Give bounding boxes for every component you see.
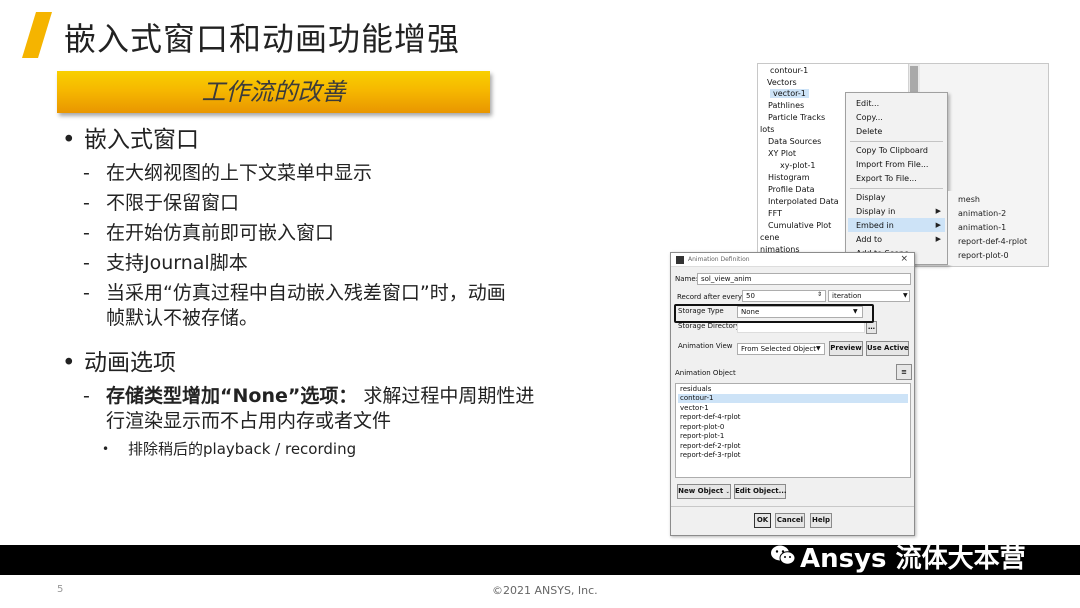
list-item-selected[interactable]: contour-1: [678, 394, 908, 403]
menu-item-copy-clipboard[interactable]: Copy To Clipboard: [856, 146, 928, 155]
animation-object-label: Animation Object: [675, 369, 736, 377]
page-number: 5: [57, 584, 64, 595]
storage-directory-label: Storage Directory: [678, 322, 740, 330]
tree-item[interactable]: Cumulative Plot: [768, 221, 831, 230]
chevron-down-icon: ▼: [903, 292, 908, 299]
tree-item[interactable]: Interpolated Data: [768, 197, 839, 206]
copyright: ©2021 ANSYS, Inc.: [492, 584, 598, 597]
tree-item[interactable]: Profile Data: [768, 185, 815, 194]
animation-view-label: Animation View: [678, 342, 733, 350]
record-label: Record after every: [677, 293, 742, 301]
list-item[interactable]: vector-1: [678, 404, 908, 413]
embed-submenu: mesh animation-2 animation-1 report-def-…: [948, 191, 1048, 265]
animation-object-list[interactable]: residuals contour-1 vector-1 report-def-…: [675, 383, 911, 478]
chevron-down-icon: ▼: [816, 345, 821, 352]
menu-item-import[interactable]: Import From File...: [856, 160, 928, 169]
banner-text: 工作流的改善: [201, 78, 346, 106]
chevron-right-icon: ▶: [935, 221, 941, 229]
sub-bullet: - 在大纲视图的上下文菜单中显示: [83, 162, 373, 184]
edit-object-button[interactable]: Edit Object...: [734, 484, 787, 499]
tree-item[interactable]: Pathlines: [768, 101, 804, 110]
use-active-button[interactable]: Use Active: [866, 341, 909, 356]
dialog-header: Animation Definition ×: [671, 253, 914, 267]
menu-item-display[interactable]: Display: [856, 193, 886, 202]
animation-view-select[interactable]: From Selected Object: [737, 343, 825, 355]
context-menu: Edit... Copy... Delete Copy To Clipboard…: [845, 92, 948, 265]
bullet-list: • 嵌入式窗口 - 在大纲视图的上下文菜单中显示 - 不限于保留窗口 - 在开始仿真前即…: [60, 122, 620, 460]
tree-item[interactable]: lots: [760, 125, 774, 134]
submenu-item[interactable]: mesh: [958, 195, 980, 204]
tree-item[interactable]: Data Sources: [768, 137, 821, 146]
spinner-icon[interactable]: ⇕: [817, 291, 822, 298]
title-accent-slash: [22, 12, 52, 58]
wechat-brand-text: Ansys 流体大本营: [800, 544, 1026, 574]
list-item[interactable]: report-plot-0: [678, 423, 908, 432]
sub-bullet: - 支持Journal脚本: [83, 252, 248, 274]
name-input[interactable]: sol_view_anim: [697, 273, 911, 285]
list-menu-icon[interactable]: ≡: [896, 364, 912, 380]
list-item[interactable]: report-def-3-rplot: [678, 451, 908, 460]
section-banner: 工作流的改善: [57, 71, 490, 113]
menu-item-copy[interactable]: Copy...: [856, 113, 883, 122]
menu-item-export[interactable]: Export To File...: [856, 174, 917, 183]
list-item[interactable]: report-def-2-rplot: [678, 442, 908, 451]
tree-item[interactable]: XY Plot: [768, 149, 796, 158]
record-input[interactable]: 50: [742, 290, 826, 302]
tree-item[interactable]: Histogram: [768, 173, 810, 182]
help-button[interactable]: Help: [810, 513, 832, 528]
ok-button[interactable]: OK: [754, 513, 771, 528]
cancel-button[interactable]: Cancel: [775, 513, 805, 528]
sub-bullet: - 不限于保留窗口: [83, 192, 240, 214]
dialog-title: Animation Definition: [688, 256, 750, 263]
preview-button[interactable]: Preview: [829, 341, 863, 356]
storage-type-highlight: [674, 304, 874, 323]
new-object-button[interactable]: New Object ⌄: [677, 484, 731, 499]
animation-definition-dialog: Animation Definition × Name: sol_view_an…: [670, 252, 915, 536]
tree-item[interactable]: xy-plot-1: [780, 161, 816, 170]
record-unit-select[interactable]: iteration: [828, 290, 910, 302]
chevron-right-icon: ▶: [935, 207, 941, 215]
bullet-embedded-windows: • 嵌入式窗口: [62, 127, 199, 153]
menu-item-edit[interactable]: Edit...: [856, 99, 879, 108]
sub-bullet: - 存储类型增加“None”选项： 求解过程中周期性进 行渲染显示而不占用内存或者文…: [83, 385, 535, 432]
submenu-item[interactable]: report-plot-0: [958, 251, 1009, 260]
menu-item-delete[interactable]: Delete: [856, 127, 882, 136]
list-item[interactable]: residuals: [678, 385, 908, 394]
wechat-icon: [771, 545, 796, 565]
sub-bullet: - 在开始仿真前即可嵌入窗口: [83, 222, 335, 244]
menu-item-display-in[interactable]: Display in: [856, 207, 895, 216]
tree-item[interactable]: Vectors: [767, 78, 797, 87]
list-item[interactable]: report-def-4-rplot: [678, 413, 908, 422]
tree-item[interactable]: cene: [760, 233, 779, 242]
submenu-item[interactable]: animation-2: [958, 209, 1006, 218]
sub-sub-bullet: • 排除稍后的playback / recording: [102, 440, 357, 458]
sub-bullet: - 当采用“仿真过程中自动嵌入残差窗口”时，动画 帧默认不被存储。: [83, 282, 506, 329]
chevron-right-icon: ▶: [935, 235, 941, 243]
slide-title: 嵌入式窗口和动画功能增强: [64, 20, 461, 58]
name-label: Name:: [675, 275, 699, 283]
submenu-item[interactable]: animation-1: [958, 223, 1006, 232]
app-icon: [676, 256, 684, 264]
menu-item-add-to[interactable]: Add to: [856, 235, 882, 244]
list-item[interactable]: report-plot-1: [678, 432, 908, 441]
menu-item-embed-in[interactable]: Embed in: [856, 221, 894, 230]
tree-item[interactable]: Particle Tracks: [768, 113, 825, 122]
tree-item[interactable]: FFT: [768, 209, 782, 218]
tree-item-selected[interactable]: vector-1: [770, 89, 809, 98]
submenu-item[interactable]: report-def-4-rplot: [958, 237, 1027, 246]
close-icon[interactable]: ×: [900, 254, 908, 264]
tree-item[interactable]: contour-1: [770, 66, 808, 75]
bullet-animation-options: • 动画选项: [62, 350, 176, 376]
